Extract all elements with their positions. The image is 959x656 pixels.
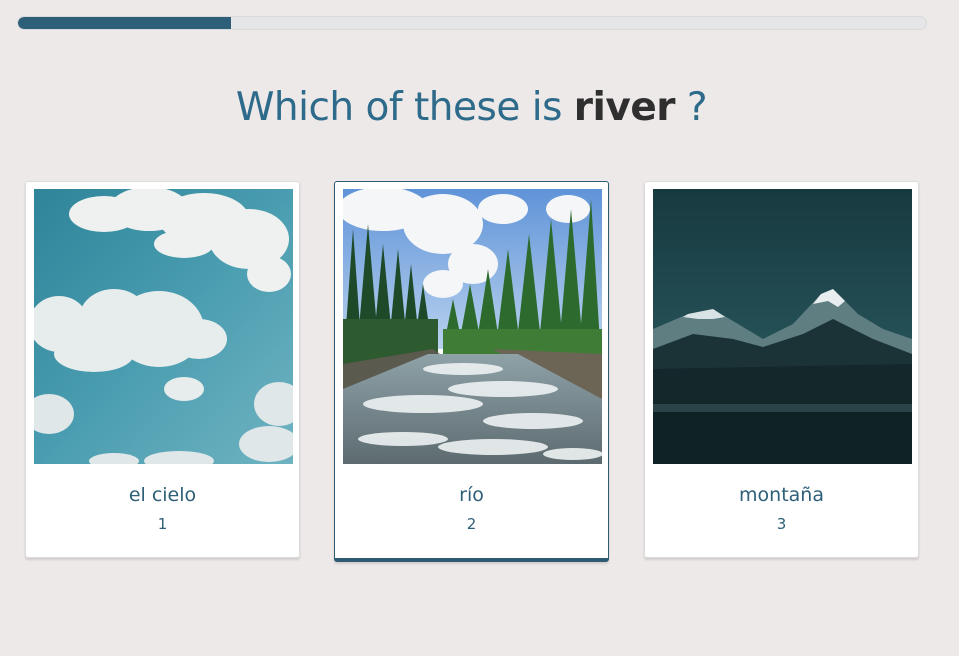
question-prompt: Which of these is river ?: [0, 85, 943, 130]
option-number: 2: [466, 515, 477, 533]
river-image: [343, 189, 602, 464]
progress-bar: [17, 16, 927, 30]
answer-option-3[interactable]: montaña 3: [644, 181, 919, 558]
question-keyword: river: [573, 85, 676, 130]
question-prefix: Which of these is: [235, 85, 563, 130]
progress-bar-fill: [18, 17, 232, 29]
mountain-image: [653, 189, 912, 464]
option-number: 3: [776, 515, 787, 533]
question-suffix: ?: [686, 85, 708, 130]
sky-image: [34, 189, 293, 464]
option-label: montaña: [739, 484, 824, 506]
option-number: 1: [157, 515, 168, 533]
answer-option-2[interactable]: río 2: [334, 181, 609, 562]
option-label: el cielo: [128, 484, 197, 506]
answer-option-1[interactable]: el cielo 1: [25, 181, 300, 558]
option-label: río: [459, 484, 484, 506]
